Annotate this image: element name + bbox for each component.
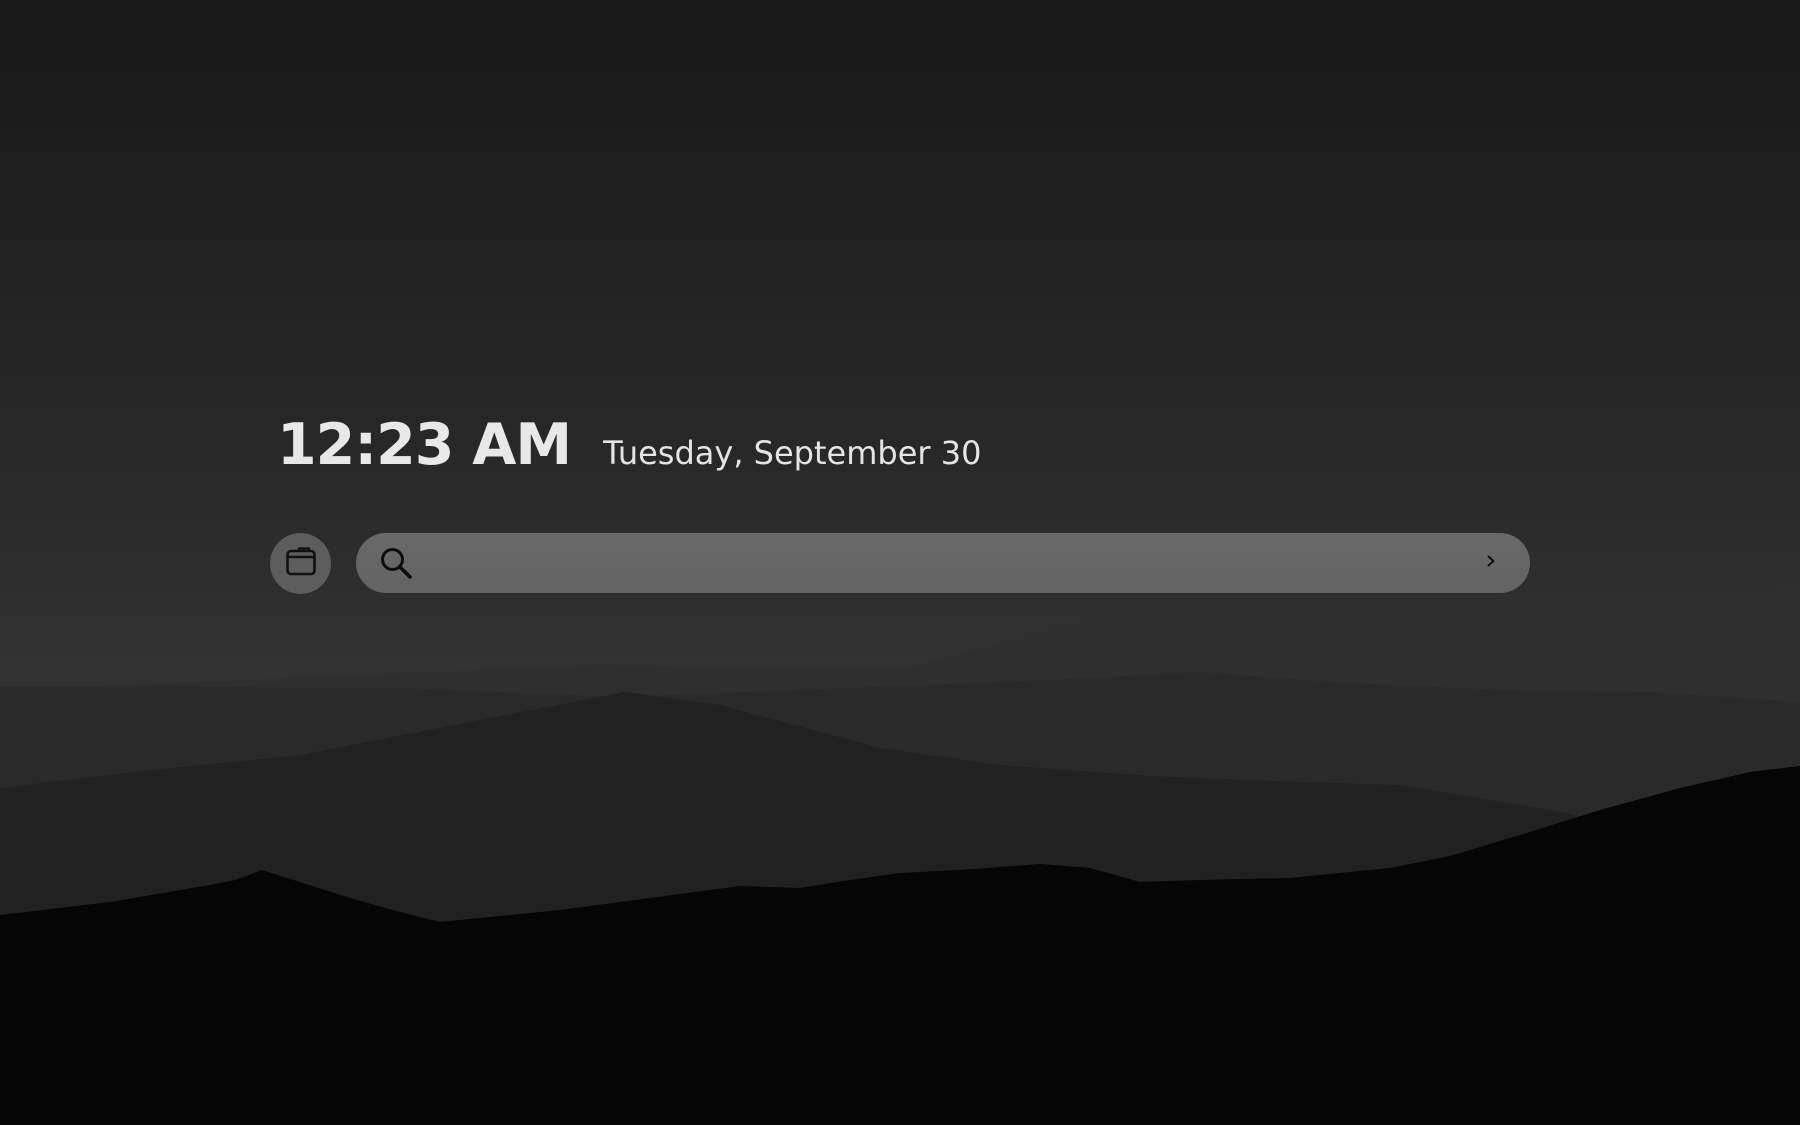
- search-submit-button[interactable]: [1478, 550, 1504, 576]
- browser-window-icon: [284, 545, 318, 583]
- chevron-right-icon: [1484, 553, 1498, 573]
- search-icon: [378, 545, 414, 581]
- tabs-button[interactable]: [270, 533, 331, 594]
- search-bar: [356, 532, 1530, 594]
- time-display: 12:23 AM: [277, 412, 572, 478]
- search-input[interactable]: [426, 532, 1478, 594]
- new-tab-page: 12:23 AM Tuesday, September 30: [0, 0, 1800, 1125]
- date-display: Tuesday, September 30: [603, 434, 982, 472]
- clock-widget: 12:23 AM Tuesday, September 30: [277, 412, 981, 478]
